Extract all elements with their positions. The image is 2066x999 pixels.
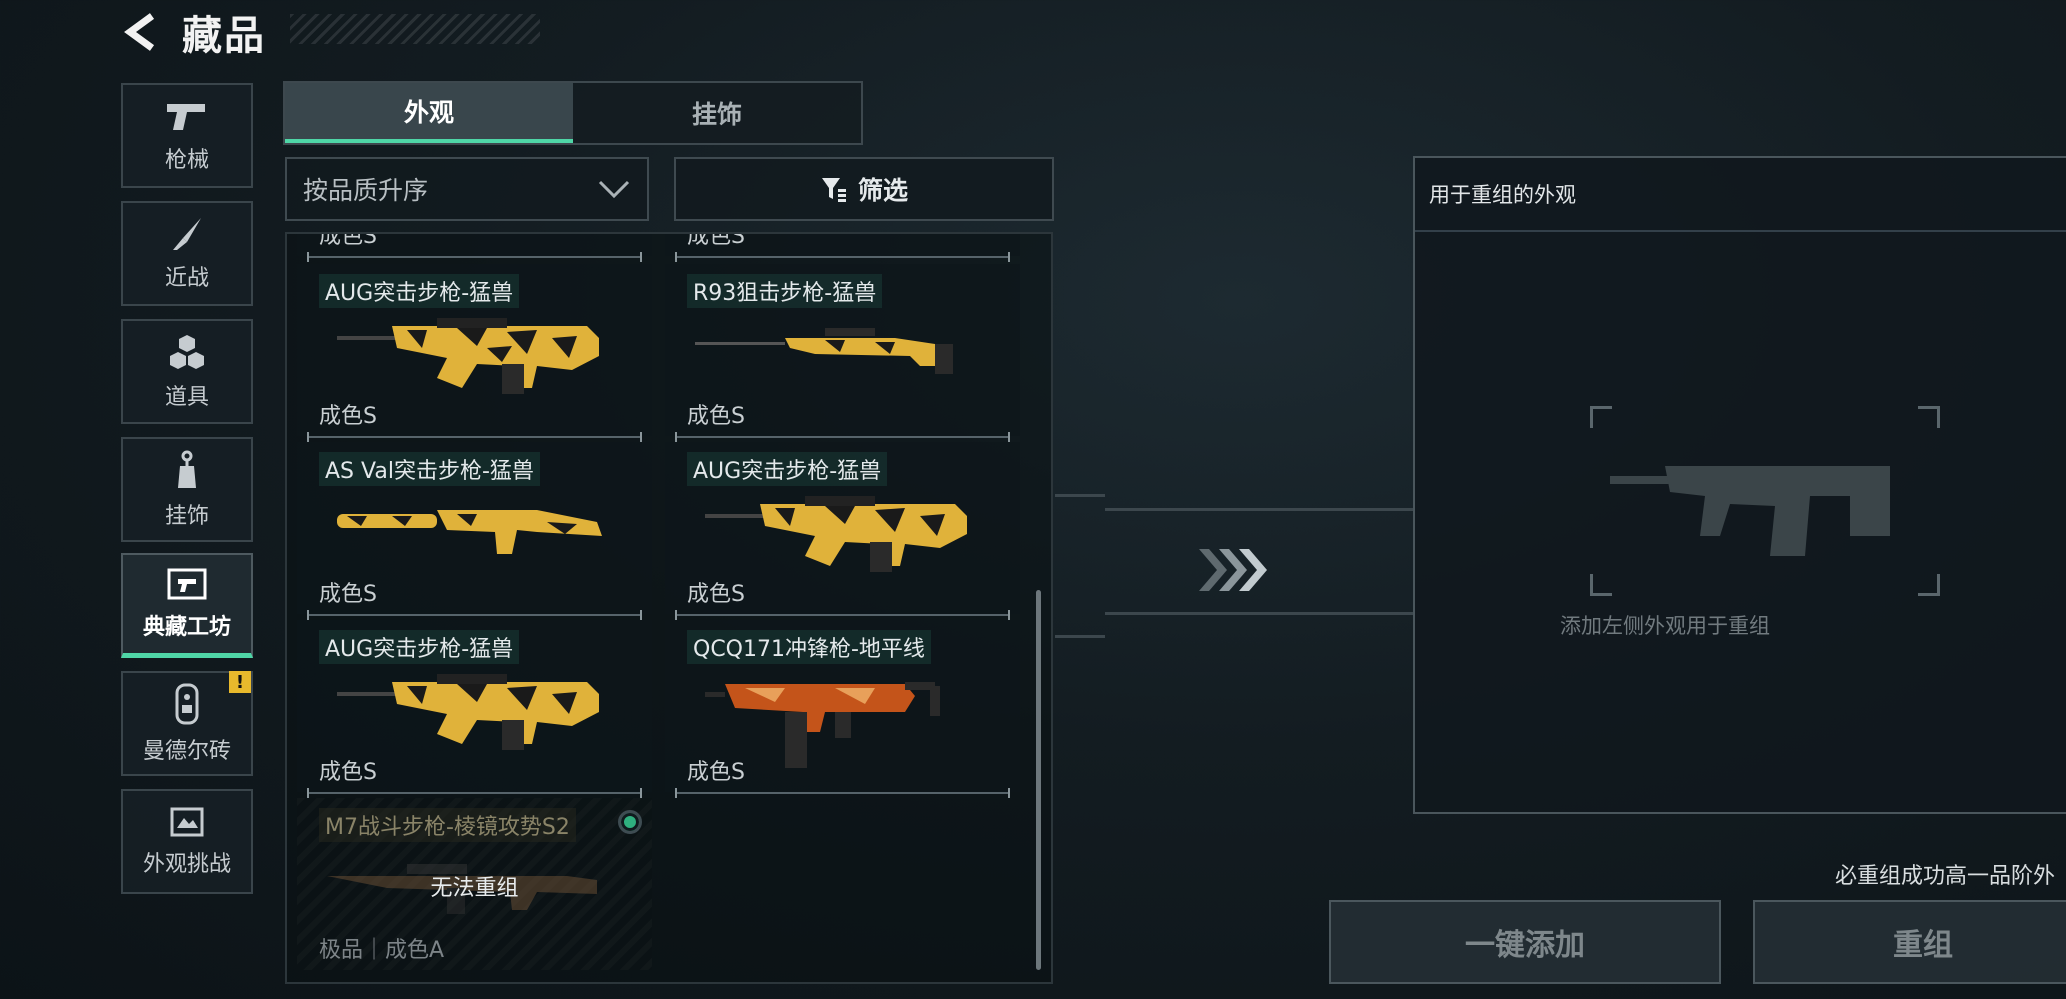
condition-label: 成色S (687, 404, 745, 429)
skin-name: QCQ171冲锋枪-地平线 (687, 630, 931, 664)
knife-icon (173, 217, 201, 250)
list-item[interactable]: AUG突击步枪-猛兽 成色S (297, 620, 652, 798)
sidebar-item-charms[interactable]: 挂饰 (121, 437, 253, 542)
sidebar-item-guns[interactable]: 枪械 (121, 83, 253, 188)
recombine-hint: 添加左侧外观用于重组 (1560, 614, 1770, 638)
frame-corner (1590, 574, 1612, 596)
charm-icon (178, 450, 196, 488)
workshop-icon (167, 568, 207, 600)
list-item[interactable]: AUG突击步枪-猛兽 成色S (297, 264, 652, 442)
qcq171-smg-image (705, 682, 940, 768)
condition-label: 成色S (319, 404, 377, 429)
connector-line (1105, 612, 1413, 615)
list-item[interactable]: QCQ171冲锋枪-地平线 成色S (665, 620, 1020, 798)
connector-line (1105, 508, 1413, 511)
tab-appearance[interactable]: 外观 (285, 83, 573, 143)
triple-chevron-right-icon (1199, 549, 1267, 591)
sidebar-item-melee[interactable]: 近战 (121, 201, 253, 306)
sidebar-item-label: 挂饰 (164, 503, 209, 529)
sidebar-item-workshop[interactable]: 典藏工坊 (121, 553, 253, 658)
list-scrollbar[interactable] (1036, 590, 1041, 970)
card-divider (675, 788, 1010, 798)
pistol-icon (167, 103, 205, 130)
chevron-down-icon (598, 180, 630, 199)
recombine-panel: 用于重组的外观 添加左侧外观用于重组 (1413, 156, 2066, 814)
aug-rifle-image (337, 674, 599, 750)
sidebar-item-label: 外观挑战 (142, 851, 231, 877)
list-item[interactable]: M7战斗步枪-棱镜攻势S2 无法重组 极品｜成色A (297, 798, 652, 970)
skin-name: AUG突击步枪-猛兽 (687, 452, 888, 486)
skin-name: AS Val突击步枪-猛兽 (319, 452, 540, 486)
aug-rifle-image (705, 496, 967, 572)
back-arrow-icon[interactable] (120, 10, 164, 54)
warning-badge: ! (229, 671, 251, 693)
list-item[interactable]: R93狙击步枪-猛兽 成色S (665, 264, 1020, 442)
skin-name: AUG突击步枪-猛兽 (319, 630, 520, 664)
rifle-placeholder-icon (1610, 466, 1890, 556)
filter-icon (821, 178, 846, 202)
condition-label: 成色S (687, 232, 745, 249)
filter-button[interactable]: 筛选 (674, 157, 1054, 221)
condition-label: 成色S (319, 232, 377, 249)
challenge-icon (170, 807, 204, 836)
card-divider (675, 432, 1010, 442)
skin-name: R93狙击步枪-猛兽 (687, 274, 883, 308)
sidebar-item-label: 曼德尔砖 (142, 738, 231, 764)
sidebar-item-label: 道具 (164, 384, 209, 410)
condition-label: 成色S (319, 760, 377, 785)
add-all-button[interactable]: 一键添加 (1329, 900, 1721, 984)
sort-value: 按品质升序 (303, 176, 429, 205)
sort-dropdown[interactable]: 按品质升序 (285, 157, 649, 221)
list-item[interactable]: AS Val突击步枪-猛兽 成色S (297, 442, 652, 620)
skin-name: AUG突击步枪-猛兽 (319, 274, 520, 308)
sidebar-item-label: 枪械 (164, 147, 209, 173)
connector-line (1055, 635, 1105, 638)
condition-label: 成色S (687, 760, 745, 785)
skin-name: M7战斗步枪-棱镜攻势S2 (319, 808, 576, 842)
cannot-recombine-label: 无法重组 (430, 876, 519, 901)
card-divider (307, 788, 642, 798)
frame-corner (1918, 574, 1940, 596)
filter-label: 筛选 (857, 176, 908, 205)
card-divider (675, 610, 1010, 620)
page-title: 藏品 (182, 13, 266, 59)
sidebar-item-skin-challenge[interactable]: 外观挑战 (121, 789, 253, 894)
sidebar-item-mandel-brick[interactable]: 曼德尔砖 ! (121, 671, 253, 776)
condition-label: 成色S (319, 582, 377, 607)
sidebar-item-items[interactable]: 道具 (121, 319, 253, 424)
recombine-drop-slot[interactable] (1590, 406, 1940, 596)
header-decoration (290, 14, 540, 44)
tab-bar: 外观 挂饰 (283, 81, 863, 145)
recombine-panel-title: 用于重组的外观 (1415, 158, 2066, 232)
card-divider (307, 252, 642, 262)
card-divider (307, 432, 642, 442)
guarantee-text: 必重组成功高一品阶外 (1835, 864, 2056, 889)
brick-icon (175, 683, 199, 724)
connector-line (1055, 494, 1105, 497)
hexagons-icon (170, 334, 204, 369)
tab-charms[interactable]: 挂饰 (573, 83, 861, 143)
frame-corner (1918, 406, 1940, 428)
sidebar-item-label: 近战 (164, 265, 209, 291)
list-item[interactable]: 成色S (665, 232, 1020, 262)
recombine-button[interactable]: 重组 (1753, 900, 2066, 984)
list-item[interactable]: AUG突击步枪-猛兽 成色S (665, 442, 1020, 620)
condition-label: 成色S (687, 582, 745, 607)
frame-corner (1590, 406, 1612, 428)
list-item[interactable]: 成色S (297, 232, 652, 262)
header: 藏品 (120, 8, 266, 59)
card-divider (675, 252, 1010, 262)
sidebar-item-label: 典藏工坊 (142, 615, 231, 640)
equipped-indicator-icon (618, 810, 642, 834)
as-val-rifle-image (337, 510, 602, 554)
aug-rifle-image (337, 318, 599, 394)
skin-list: 成色S 成色S AUG突击步枪-猛兽 成色S R93狙击步枪-猛兽 成色S AS… (285, 232, 1053, 984)
condition-label: 极品｜成色A (319, 938, 445, 963)
r93-sniper-image (695, 328, 953, 374)
card-divider (307, 610, 642, 620)
